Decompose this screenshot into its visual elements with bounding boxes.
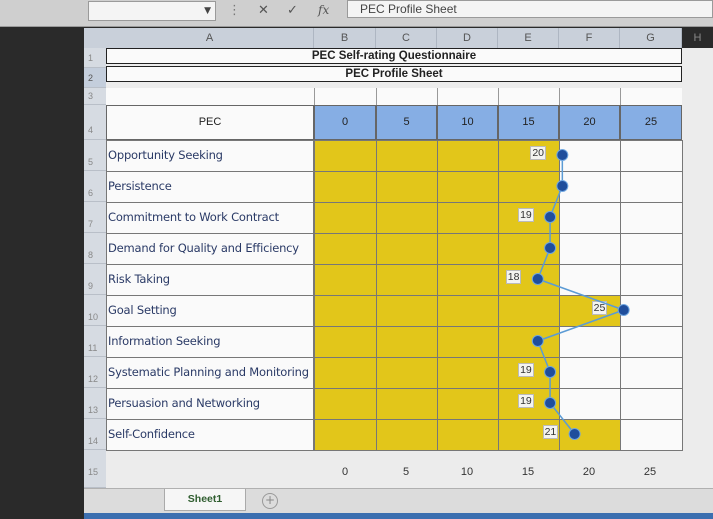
data-point-marker xyxy=(568,428,581,440)
column-header-b[interactable]: B xyxy=(314,28,376,48)
formula-input[interactable]: PEC Profile Sheet xyxy=(347,0,713,18)
row-header-10[interactable]: 10 xyxy=(84,295,106,326)
column-header-e[interactable]: E xyxy=(498,28,559,48)
data-point-marker xyxy=(544,366,557,378)
pec-profile-chart xyxy=(531,149,630,440)
row-header-5[interactable]: 5 xyxy=(84,140,106,171)
row-header-4[interactable]: 4 xyxy=(84,105,106,140)
column-header-g[interactable]: G xyxy=(620,28,682,48)
data-point-marker xyxy=(531,335,544,347)
row-header-3[interactable]: 3 xyxy=(84,88,106,105)
column-header-f[interactable]: F xyxy=(559,28,620,48)
data-point-marker xyxy=(556,180,569,192)
more-options-icon[interactable]: ⋮ xyxy=(228,3,241,18)
formula-bar: ▼ ⋮ ✕ ✓ fx PEC Profile Sheet xyxy=(0,0,713,27)
row-header-6[interactable]: 6 xyxy=(84,171,106,202)
row-header-9[interactable]: 9 xyxy=(84,264,106,295)
row-header-14[interactable]: 14 xyxy=(84,419,106,450)
cell-grid: PEC Self-rating Questionnaire PEC Profil… xyxy=(106,48,713,488)
row-header-8[interactable]: 8 xyxy=(84,233,106,264)
data-point-marker xyxy=(544,211,557,223)
column-header-d[interactable]: D xyxy=(437,28,498,48)
profile-line xyxy=(536,155,626,435)
row-header-1[interactable]: 1 xyxy=(84,48,106,68)
cancel-icon[interactable]: ✕ xyxy=(258,3,269,18)
row-header-15[interactable]: 15 xyxy=(84,450,106,488)
row-header-12[interactable]: 12 xyxy=(84,357,106,388)
excel-window: ▼ ⋮ ✕ ✓ fx PEC Profile Sheet A B C D E F… xyxy=(0,0,713,519)
data-point-marker xyxy=(617,304,630,316)
add-sheet-icon[interactable]: + xyxy=(262,493,278,509)
confirm-icon[interactable]: ✓ xyxy=(287,3,298,18)
row-header-11[interactable]: 11 xyxy=(84,326,106,357)
data-point-marker xyxy=(531,273,544,285)
column-header-c[interactable]: C xyxy=(376,28,437,48)
sheet-tab-sheet1[interactable]: Sheet1 xyxy=(164,489,246,511)
select-all-button[interactable] xyxy=(84,28,106,48)
name-box[interactable]: ▼ xyxy=(88,1,216,21)
row-header-2[interactable]: 2 xyxy=(84,68,106,88)
insert-function-icon[interactable]: fx xyxy=(318,3,329,17)
data-point-marker xyxy=(544,242,557,254)
row-header-7[interactable]: 7 xyxy=(84,202,106,233)
status-bar xyxy=(84,513,713,519)
data-point-marker xyxy=(556,149,569,161)
column-header-a[interactable]: A xyxy=(106,28,314,48)
column-header-h[interactable]: H xyxy=(682,28,713,48)
worksheet: A B C D E F G H 1 2 3 4 5 6 7 8 9 10 11 … xyxy=(84,28,713,488)
data-point-marker xyxy=(544,397,557,409)
chevron-down-icon[interactable]: ▼ xyxy=(204,6,211,16)
row-header-13[interactable]: 13 xyxy=(84,388,106,419)
